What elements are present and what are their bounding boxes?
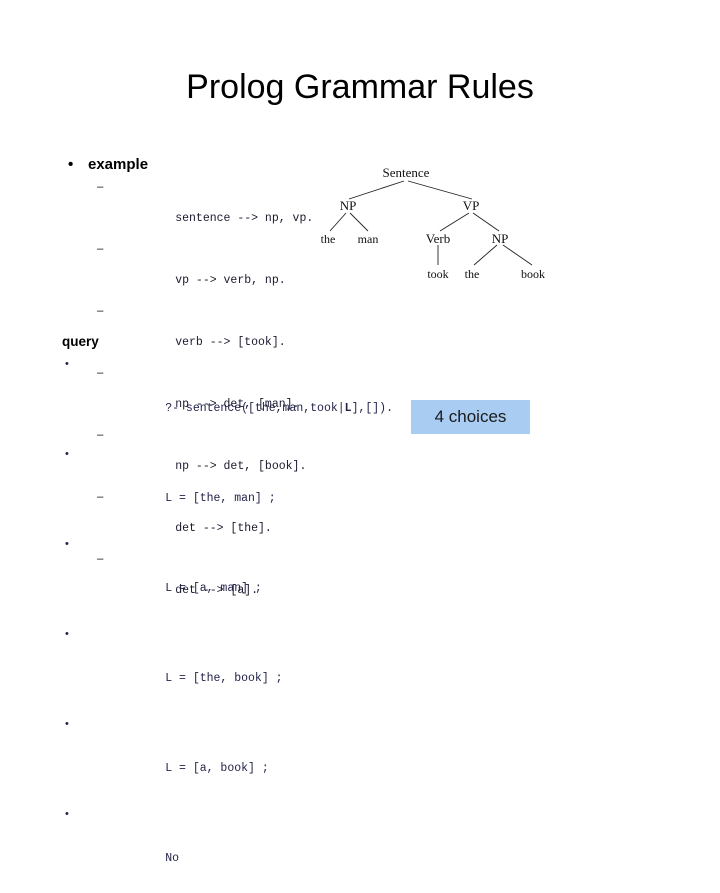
list-item: • No (62, 803, 482, 893)
query-line-text: No (165, 852, 180, 865)
tree-leaf-the-left: the (321, 232, 336, 246)
tree-node-verb: Verb (426, 231, 451, 246)
tree-edges (329, 180, 533, 266)
tree-leaf-the-right: the (465, 267, 480, 281)
slide-canvas: Prolog Grammar Rules • example – sentenc… (0, 0, 720, 865)
query-line-text: ?- sentence([the,man,took|L],[]). (165, 402, 393, 415)
tree-node-sentence: Sentence (383, 165, 430, 180)
callout-4-choices: 4 choices (411, 400, 530, 434)
dash-bullet-icon: – (97, 181, 104, 193)
query-line-text: L = [the, book] ; (165, 672, 283, 685)
query-heading: query (62, 334, 99, 349)
tree-node-np-right: NP (492, 231, 509, 246)
tree-leaf-book: book (521, 267, 545, 281)
page-title: Prolog Grammar Rules (186, 68, 534, 106)
tree-node-labels: Sentence NP VP the man Verb NP took the … (321, 165, 545, 281)
grammar-rule-text: sentence --> np, vp. (175, 212, 314, 225)
query-results-list: • ?- sentence([the,man,took|L],[]). • L … (62, 353, 482, 893)
list-item: • L = [a, book] ; (62, 713, 482, 803)
bullet-dot-icon: • (65, 808, 69, 820)
bullet-dot-icon: • (65, 538, 69, 550)
tree-leaf-took: took (427, 267, 448, 281)
query-line-text: L = [the, man] ; (165, 492, 276, 505)
query-line-text: L = [a, book] ; (165, 762, 269, 775)
parse-tree-svg: Sentence NP VP the man Verb NP took the … (321, 165, 545, 281)
query-goal-prefix: ?- sentence([the,man,took| (165, 402, 345, 415)
bullet-dot-icon: • (65, 448, 69, 460)
grammar-rule-text: vp --> verb, np. (175, 274, 286, 287)
tree-node-vp: VP (463, 198, 480, 213)
dash-bullet-icon: – (97, 305, 104, 317)
tree-node-np-left: NP (340, 198, 357, 213)
bullet-dot-icon: • (65, 358, 69, 370)
bullet-dot-icon: • (68, 156, 74, 173)
query-variable-l: L (344, 402, 352, 415)
parse-tree-figure: Sentence NP VP the man Verb NP took the … (300, 155, 570, 305)
query-line-text: L = [a, man] ; (165, 582, 262, 595)
list-item: • L = [the, book] ; (62, 623, 482, 713)
example-heading-label: example (88, 156, 149, 173)
bullet-dot-icon: • (65, 628, 69, 640)
dash-bullet-icon: – (97, 243, 104, 255)
query-goal-suffix: ],[]). (351, 402, 393, 415)
list-item: • L = [a, man] ; (62, 533, 482, 623)
tree-leaf-man: man (358, 232, 379, 246)
list-item: • L = [the, man] ; (62, 443, 482, 533)
bullet-dot-icon: • (65, 718, 69, 730)
